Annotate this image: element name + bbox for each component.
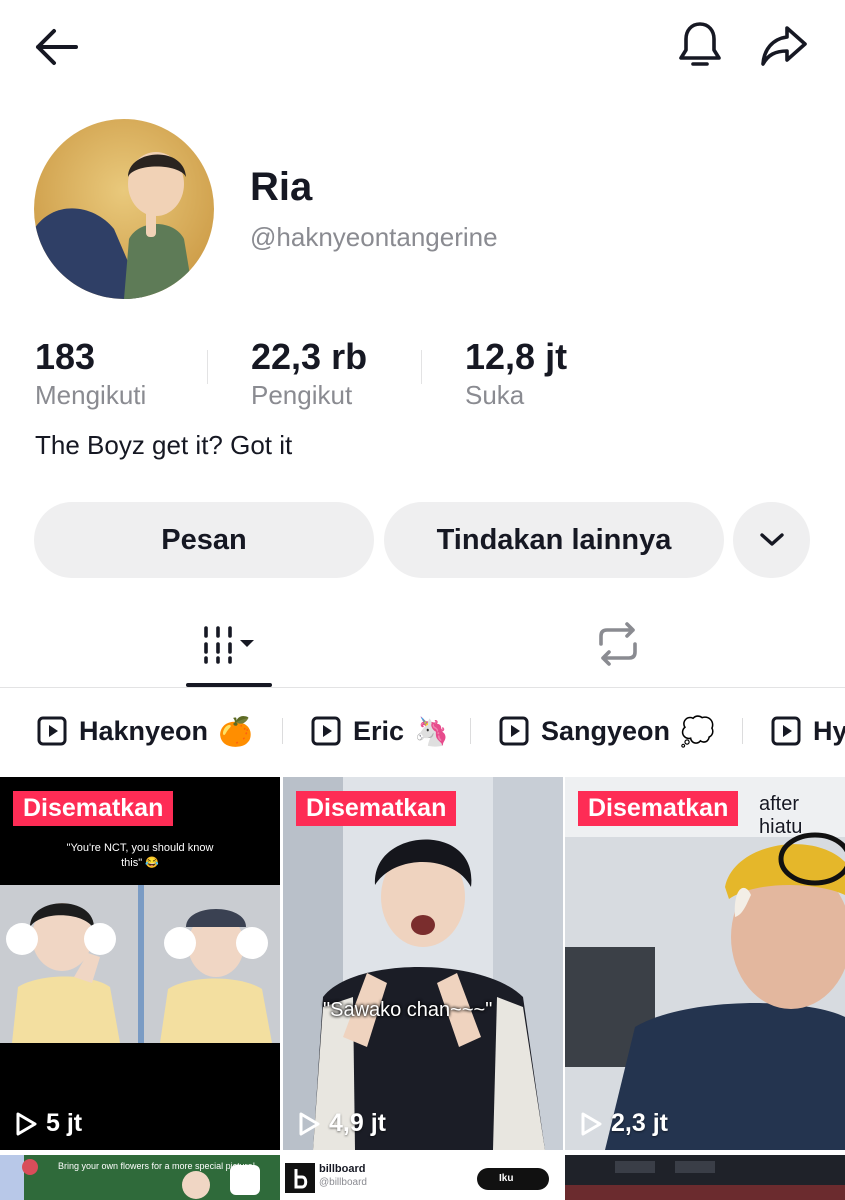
view-count-value: 4,9 jt	[329, 1109, 386, 1137]
video-caption: after hiatu	[759, 793, 803, 838]
suggested-accounts-button[interactable]	[733, 502, 810, 578]
stat-following[interactable]: 183 Mengikuti	[35, 336, 147, 411]
playlist-label: Haknyeon	[79, 715, 209, 746]
account-name: billboard	[319, 1163, 366, 1175]
play-icon	[299, 1112, 320, 1135]
video-tile[interactable]: after hiatu Disematkan 2,3 jt	[565, 777, 845, 1150]
playlist-hy[interactable]: Hy	[771, 706, 845, 756]
message-button[interactable]: Pesan	[34, 502, 374, 578]
view-count-value: 5 jt	[46, 1109, 83, 1137]
tab-videos[interactable]	[186, 600, 272, 688]
playlist-eric[interactable]: Eric 🦄	[311, 706, 449, 756]
share-icon	[761, 26, 807, 66]
playlist-icon	[37, 716, 67, 746]
stat-followers[interactable]: 22,3 rb Pengikut	[251, 336, 368, 411]
playlist-label: Eric	[353, 715, 405, 746]
stat-divider	[421, 350, 422, 384]
stat-followers-value: 22,3 rb	[251, 336, 368, 377]
video-thumbnail	[565, 1155, 845, 1200]
back-button[interactable]	[26, 22, 86, 72]
video-tile[interactable]: "Sawako chan~~~" Disematkan 4,9 jt	[283, 777, 563, 1150]
playlist-icon	[311, 716, 341, 746]
playlist-label: Sangyeon	[541, 715, 671, 746]
tab-reposts[interactable]	[575, 600, 661, 688]
playlist-icon	[499, 716, 529, 746]
playlist-haknyeon[interactable]: Haknyeon 🍊	[37, 706, 253, 756]
video-caption: "You're NCT, you should know this" 😂	[66, 842, 214, 869]
active-tab-indicator	[186, 683, 272, 687]
pinned-badge: Disematkan	[578, 791, 739, 826]
pinned-badge: Disematkan	[13, 791, 174, 826]
stat-likes-label: Suka	[465, 380, 525, 410]
account-handle: @billboard	[319, 1177, 367, 1188]
stat-likes[interactable]: 12,8 jt Suka	[465, 336, 568, 411]
avatar-photo	[34, 119, 214, 299]
video-tile[interactable]	[565, 1155, 845, 1200]
stat-following-value: 183	[35, 336, 96, 377]
pinned-badge: Disematkan	[296, 791, 457, 826]
bell-icon	[679, 22, 721, 66]
chevron-down-icon	[759, 533, 784, 546]
view-count-value: 2,3 jt	[611, 1109, 668, 1137]
video-tile[interactable]: Bring your own flowers for a more specia…	[0, 1155, 280, 1200]
playlist-emoji: 💭	[680, 715, 715, 747]
stat-divider	[207, 350, 208, 384]
playlist-emoji: 🦄	[414, 715, 449, 747]
top-bar	[0, 0, 845, 100]
more-actions-button[interactable]: Tindakan lainnya	[384, 502, 724, 578]
play-icon	[16, 1112, 37, 1135]
video-tile[interactable]: billboard @billboard Iku	[283, 1155, 563, 1200]
stat-likes-value: 12,8 jt	[465, 336, 568, 377]
video-tile[interactable]: "You're NCT, you should know this" 😂 Dis…	[0, 777, 280, 1150]
video-caption: "Sawako chan~~~"	[323, 999, 493, 1021]
video-grid: "You're NCT, you should know this" 😂 Dis…	[0, 777, 845, 1200]
billboard-logo	[285, 1163, 315, 1193]
playlist-divider	[282, 718, 283, 744]
bio: The Boyz get it? Got it	[35, 430, 293, 460]
playlist-sangyeon[interactable]: Sangyeon 💭	[499, 706, 715, 756]
view-count: 4,9 jt	[297, 1109, 386, 1138]
content-tabs	[0, 600, 845, 688]
playlist-divider	[742, 718, 743, 744]
repost-icon	[599, 622, 637, 666]
playlist-label: Hy	[813, 715, 845, 746]
view-count: 5 jt	[14, 1109, 82, 1138]
follow-button[interactable]: Iku	[477, 1168, 549, 1190]
stat-following-label: Mengikuti	[35, 380, 147, 410]
display-name: Ria	[250, 165, 313, 209]
playlist-divider	[470, 718, 471, 744]
username: @haknyeontangerine	[250, 222, 498, 252]
stat-followers-label: Pengikut	[251, 380, 353, 410]
video-thumbnail	[0, 777, 280, 1150]
back-arrow-icon	[36, 29, 78, 65]
notifications-button[interactable]	[672, 18, 728, 74]
video-caption: Bring your own flowers for a more specia…	[58, 1161, 256, 1171]
view-count: 2,3 jt	[579, 1109, 668, 1138]
video-thumbnail	[283, 777, 563, 1150]
playlist-bar: Haknyeon 🍊 Eric 🦄 Sangyeon 💭 Hy	[0, 706, 845, 756]
playlist-emoji: 🍊	[218, 715, 253, 747]
playlist-icon	[771, 716, 801, 746]
play-icon	[581, 1112, 602, 1135]
avatar[interactable]	[34, 119, 214, 299]
grid-icon	[204, 626, 254, 664]
share-button[interactable]	[756, 18, 812, 74]
